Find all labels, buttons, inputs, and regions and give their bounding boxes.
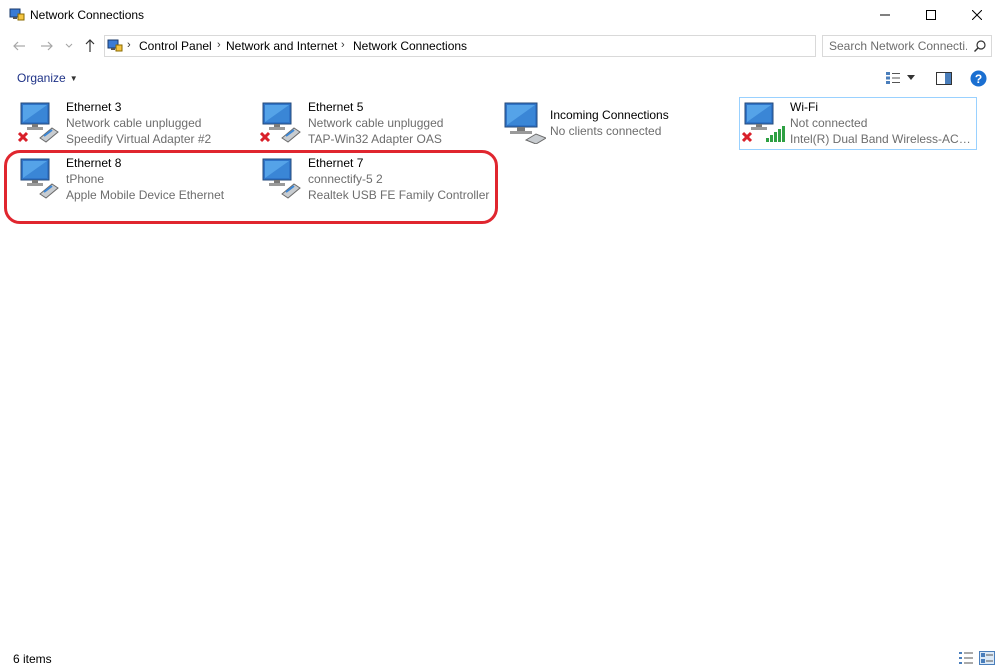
arrow-right-icon — [41, 41, 53, 51]
breadcrumb-network-connections[interactable]: Network Connections — [353, 39, 467, 53]
maximize-icon — [926, 10, 936, 20]
incoming-connections-icon — [504, 102, 546, 144]
caret-down-icon: ▼ — [69, 74, 78, 84]
connection-item-ethernet-5[interactable]: Ethernet 5 Network cable unplugged TAP-W… — [258, 98, 494, 150]
connection-name: Incoming Connections — [550, 108, 669, 122]
connection-device: Speedify Virtual Adapter #2 — [66, 132, 212, 146]
details-view-icon — [886, 72, 900, 84]
forward-button[interactable] — [38, 38, 56, 54]
back-button[interactable] — [10, 38, 28, 54]
connection-device: Intel(R) Dual Band Wireless-AC 72... — [790, 132, 974, 146]
breadcrumb-separator-icon[interactable]: › — [127, 39, 131, 51]
search-input[interactable]: Search Network Connecti... — [822, 35, 992, 57]
network-connections-icon — [9, 8, 25, 21]
details-view-toggle-icon[interactable] — [958, 651, 974, 665]
svg-text:?: ? — [975, 72, 982, 86]
recent-locations-button[interactable] — [62, 38, 76, 54]
maximize-button[interactable] — [908, 0, 954, 30]
chevron-down-icon — [65, 43, 73, 48]
help-icon: ? — [970, 70, 987, 86]
view-options-dropdown[interactable] — [907, 69, 915, 87]
connection-name: Wi-Fi — [790, 100, 818, 114]
close-icon — [972, 10, 982, 20]
status-bar: 6 items — [0, 647, 1000, 669]
arrow-left-icon — [13, 41, 25, 51]
connection-item-wifi[interactable]: Wi-Fi Not connected Intel(R) Dual Band W… — [739, 97, 977, 150]
command-bar: Organize ▼ ? — [0, 63, 1000, 93]
breadcrumb-separator-icon[interactable]: › — [217, 39, 221, 51]
up-button[interactable] — [81, 37, 99, 53]
title-bar: Network Connections — [0, 0, 1000, 30]
wifi-adapter-icon — [742, 102, 785, 143]
red-highlight-annotation — [4, 150, 498, 224]
ethernet-adapter-icon — [260, 102, 301, 143]
connection-status: Network cable unplugged — [308, 116, 444, 130]
ethernet-adapter-icon — [18, 102, 59, 143]
breadcrumb-control-panel[interactable]: Control Panel — [139, 39, 212, 53]
connection-item-incoming-connections[interactable]: Incoming Connections No clients connecte… — [500, 98, 736, 150]
change-view-button[interactable] — [885, 69, 901, 87]
organize-label: Organize — [17, 71, 66, 85]
caret-down-icon — [907, 75, 915, 80]
connection-status: No clients connected — [550, 124, 662, 138]
address-bar[interactable]: › Control Panel › Network and Internet ›… — [104, 35, 914, 57]
connection-name: Ethernet 5 — [308, 100, 364, 114]
help-button[interactable]: ? — [970, 69, 987, 87]
connection-status: Network cable unplugged — [66, 116, 202, 130]
control-panel-icon — [107, 39, 123, 52]
preview-pane-button[interactable] — [936, 69, 952, 87]
search-placeholder: Search Network Connecti... — [829, 39, 967, 53]
preview-pane-icon — [936, 71, 952, 85]
connection-item-ethernet-3[interactable]: Ethernet 3 Network cable unplugged Speed… — [16, 98, 252, 150]
window-title: Network Connections — [30, 8, 145, 22]
connection-name: Ethernet 3 — [66, 100, 122, 114]
arrow-up-icon — [85, 38, 95, 52]
search-icon — [974, 40, 986, 52]
breadcrumb-network-and-internet[interactable]: Network and Internet — [226, 39, 337, 53]
minimize-button[interactable] — [862, 0, 908, 30]
connection-device: TAP-Win32 Adapter OAS — [308, 132, 442, 146]
minimize-icon — [880, 14, 890, 16]
breadcrumb-separator-icon[interactable]: › — [341, 39, 345, 51]
close-button[interactable] — [954, 0, 1000, 30]
item-count: 6 items — [13, 652, 52, 666]
organize-button[interactable]: Organize ▼ — [17, 71, 78, 85]
tiles-view-toggle-icon[interactable] — [979, 651, 995, 665]
connection-status: Not connected — [790, 116, 868, 130]
